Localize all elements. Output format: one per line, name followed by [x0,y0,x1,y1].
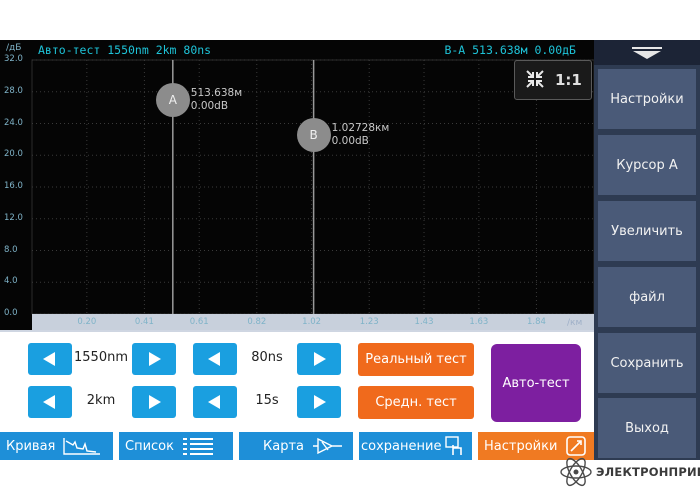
y-tick-label: 8.0 [4,244,18,255]
settings-icon [565,435,587,457]
bottom-tab-bar: Кривая Список Карта сохранение Настройки [0,432,594,460]
brand-name: ЭЛЕКТРОНПРИБОР [596,465,700,479]
collapse-menu-button[interactable] [594,40,700,65]
x-tick-label: 0.20 [77,317,97,327]
atom-logo-icon [560,457,592,487]
cursor-loss: 0.00dB [190,99,229,112]
range-next-button[interactable] [132,386,176,418]
wavelength-prev-button[interactable] [28,343,72,375]
tab-saving-label: сохранение [361,438,442,454]
left-arrow-icon [208,352,220,366]
y-axis-unit: /дБ [6,43,22,53]
y-tick-label: 12.0 [4,212,23,223]
left-arrow-icon [43,395,55,409]
x-tick-label: 0.61 [189,317,209,327]
sidebar-cursor-button[interactable]: Курсор A [598,135,696,195]
tab-settings-label: Настройки [484,438,558,454]
list-icon [182,436,214,456]
realtime-test-button[interactable]: Реальный тест [358,343,474,376]
chevron-down-icon [633,51,661,59]
x-tick-label: 1.84 [526,317,546,327]
pulse-next-button[interactable] [297,343,341,375]
tab-map[interactable]: Карта [239,432,353,460]
y-tick-label: 20.0 [4,149,23,160]
right-arrow-icon [149,395,161,409]
cursor-b-marker[interactable]: B [296,118,331,153]
menu-bar-icon [632,47,662,49]
cursor-a-marker[interactable]: A [155,82,190,117]
wavelength-next-button[interactable] [132,343,176,375]
duration-prev-button[interactable] [193,386,237,418]
trace-title: Авто-тест 1550nm 2km 80ns [38,43,212,57]
tab-list-label: Список [125,438,174,454]
sidebar-settings-button[interactable]: Настройки [598,69,696,129]
duration-value: 15s [255,393,279,408]
trace-plot[interactable]: /дБ Авто-тест 1550nm 2km 80ns B-A 513.63… [0,40,594,330]
sidebar-exit-button[interactable]: Выход [598,398,696,458]
y-tick-label: 32.0 [4,54,23,64]
cursor-loss: 0.00dB [331,135,369,148]
plot-canvas [31,59,594,315]
trace-icon [63,436,101,456]
sidebar-save-button[interactable]: Сохранить [598,333,696,393]
tab-trace-label: Кривая [6,438,56,454]
right-arrow-icon [314,352,326,366]
y-tick-label: 0.0 [4,308,18,318]
sidebar-file-button[interactable]: файл [598,267,696,327]
range-prev-button[interactable] [28,386,72,418]
pulse-prev-button[interactable] [193,343,237,375]
x-axis-unit: /км [567,318,583,328]
wavelength-value: 1550nm [74,350,128,365]
tab-list[interactable]: Список [119,432,233,460]
x-tick-label: 1.43 [414,317,434,327]
auto-test-button[interactable]: Авто-тест [491,344,581,422]
test-parameters-panel: 1550nm 80ns Реальный тест 2km 15s Средн.… [0,330,594,432]
cursor-a-readout: 513.638м 0.00dB [191,87,242,113]
x-tick-label: 0.41 [134,317,154,327]
tab-trace[interactable]: Кривая [0,432,113,460]
y-tick-label: 24.0 [4,117,23,128]
duration-next-button[interactable] [297,386,341,418]
tab-saving[interactable]: сохранение [359,432,472,460]
x-tick-label: 1.02 [302,317,322,327]
delta-readout: B-A 513.638м 0.00дБ [444,43,576,57]
cursor-distance: 1.02728км [331,122,390,135]
cursor-b-readout: 1.02728км 0.00dB [332,122,390,148]
y-tick-label: 16.0 [4,181,23,191]
average-test-button[interactable]: Средн. тест [358,386,474,419]
left-arrow-icon [43,352,55,366]
brand-watermark: ЭЛЕКТРОНПРИБОР [556,457,700,487]
cursor-distance: 513.638м [190,86,243,99]
right-arrow-icon [149,352,161,366]
map-icon [312,436,344,456]
y-tick-label: 28.0 [4,85,23,96]
save-touch-icon [443,435,467,457]
right-arrow-icon [314,395,326,409]
pulse-width-value: 80ns [251,350,283,365]
otdr-screen: /дБ Авто-тест 1550nm 2km 80ns B-A 513.63… [0,40,700,460]
zoom-level: 1:1 [555,71,582,89]
zoom-fit-button[interactable]: 1:1 [514,60,592,100]
x-tick-label: 0.82 [247,317,267,327]
sidebar-zoom-button[interactable]: Увеличить [598,201,696,261]
x-tick-label: 1.63 [469,317,489,327]
range-value: 2km [86,393,116,408]
right-sidebar: Настройки Курсор A Увеличить файл Сохран… [594,40,700,460]
y-tick-label: 4.0 [4,276,18,287]
x-tick-label: 1.23 [359,317,379,327]
left-arrow-icon [208,395,220,409]
tab-map-label: Карта [263,438,304,454]
